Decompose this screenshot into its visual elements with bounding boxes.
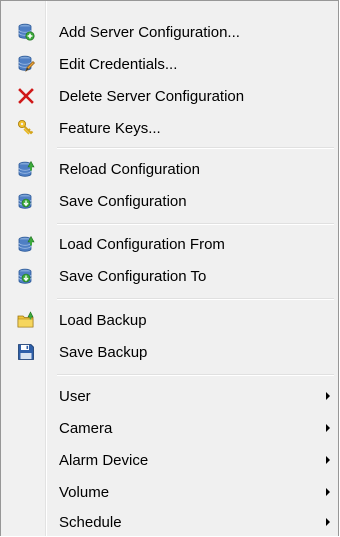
load-backup-icon: [17, 311, 35, 329]
menu-item-label: Save Configuration: [59, 192, 187, 210]
menu-item-save-configuration[interactable]: Save Configuration: [3, 186, 336, 216]
delete-x-icon: [17, 87, 35, 105]
submenu-arrow-icon: [326, 488, 330, 496]
menu-item-label: Reload Configuration: [59, 160, 200, 178]
menu-item-label: Save Backup: [59, 343, 148, 361]
submenu-arrow-icon: [326, 424, 330, 432]
save-backup-icon: [17, 343, 35, 361]
reload-config-icon: [17, 160, 35, 178]
menu-item-label: Delete Server Configuration: [59, 87, 245, 105]
server-add-icon: [17, 23, 35, 41]
menu-item-load-backup[interactable]: Load Backup: [3, 305, 336, 335]
submenu-arrow-icon: [326, 392, 330, 400]
load-config-from-icon: [17, 235, 35, 253]
menu-item-label: Camera: [59, 419, 113, 437]
server-edit-icon: [17, 55, 35, 73]
menu-item-label: Add Server Configuration...: [59, 23, 240, 41]
menu-separator: [57, 147, 334, 149]
menu-item-label: Alarm Device: [59, 451, 149, 469]
menu-item-label: Load Backup: [59, 311, 147, 329]
menu-separator: [57, 298, 334, 300]
menu-item-label: Load Configuration From: [59, 235, 225, 253]
menu-item-label: Feature Keys...: [59, 119, 161, 137]
keys-icon: [17, 119, 35, 137]
menu-item-schedule[interactable]: Schedule: [3, 507, 336, 537]
menu-item-feature-keys[interactable]: Feature Keys...: [3, 113, 336, 143]
menu-item-reload-configuration[interactable]: Reload Configuration: [3, 154, 336, 184]
menu-item-add-server-configuration[interactable]: Add Server Configuration...: [3, 17, 336, 47]
menu-item-edit-credentials[interactable]: Edit Credentials...: [3, 49, 336, 79]
menu-item-save-configuration-to[interactable]: Save Configuration To: [3, 261, 336, 291]
menu-item-user[interactable]: User: [3, 381, 336, 411]
menu-item-label: Volume: [59, 483, 110, 501]
save-config-icon: [17, 192, 35, 210]
menu-item-alarm-device[interactable]: Alarm Device: [3, 445, 336, 475]
context-menu: Add Server Configuration... Edit Credent…: [0, 0, 339, 536]
submenu-arrow-icon: [326, 456, 330, 464]
menu-item-save-backup[interactable]: Save Backup: [3, 337, 336, 367]
menu-item-label: Save Configuration To: [59, 267, 207, 285]
menu-item-delete-server-configuration[interactable]: Delete Server Configuration: [3, 81, 336, 111]
menu-item-volume[interactable]: Volume: [3, 477, 336, 507]
submenu-arrow-icon: [326, 518, 330, 526]
menu-item-label: User: [59, 387, 91, 405]
menu-item-camera[interactable]: Camera: [3, 413, 336, 443]
menu-item-label: Schedule: [59, 513, 122, 531]
menu-separator: [57, 374, 334, 376]
menu-separator: [57, 223, 334, 225]
save-config-to-icon: [17, 267, 35, 285]
menu-item-load-configuration-from[interactable]: Load Configuration From: [3, 229, 336, 259]
menu-item-label: Edit Credentials...: [59, 55, 178, 73]
